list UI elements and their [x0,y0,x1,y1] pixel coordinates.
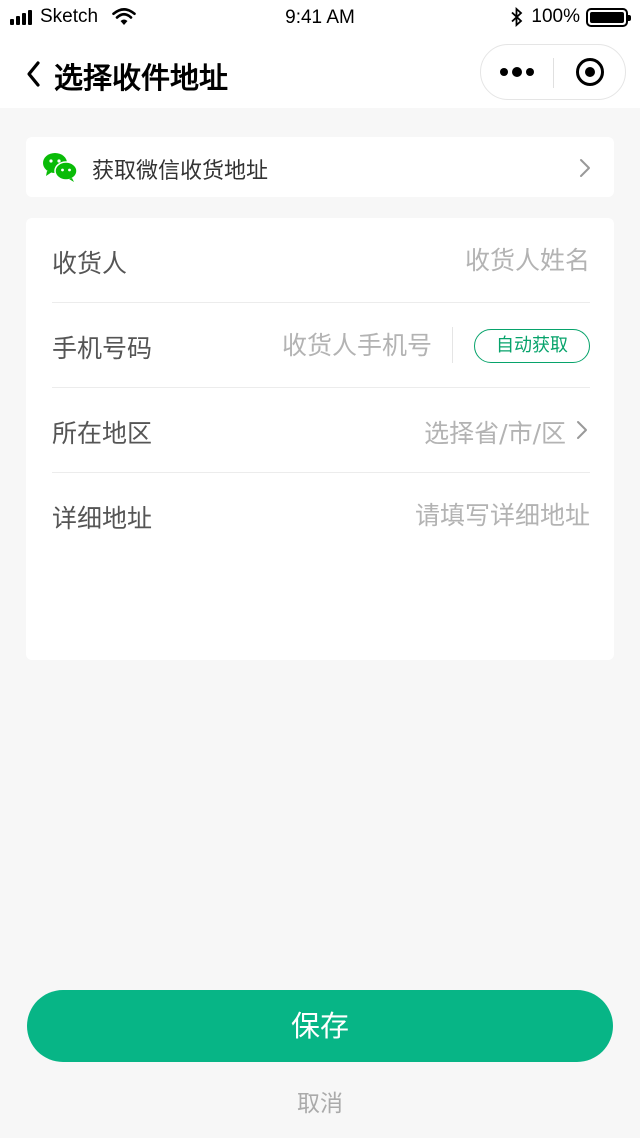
chevron-right-icon [580,159,590,177]
recipient-label: 收货人 [52,249,128,278]
region-row[interactable]: 所在地区 选择省/市/区 [52,388,590,473]
bluetooth-icon [511,7,523,27]
save-button[interactable]: 保存 [27,990,613,1062]
nav-bar: 选择收件地址 [0,36,640,108]
address-row: 详细地址 [52,473,590,558]
phone-row: 手机号码 自动获取 [52,303,590,388]
recipient-row: 收货人 [52,218,590,303]
region-selector[interactable]: 选择省/市/区 [424,414,566,450]
phone-label: 手机号码 [52,334,153,363]
phone-divider [452,327,453,363]
more-options-button[interactable] [481,45,553,99]
wechat-address-row[interactable]: 获取微信收货地址 [26,137,614,197]
status-bar-right: 100% [511,6,631,28]
battery-percent: 100% [531,6,580,27]
region-label: 所在地区 [52,419,153,448]
address-form: 收货人 手机号码 自动获取 所在地区 选择省/市/区 详细地址 [26,218,614,660]
target-circle-icon [576,58,604,86]
cancel-button[interactable]: 取消 [0,1084,640,1118]
auto-fill-phone-button[interactable]: 自动获取 [474,329,590,363]
chevron-left-icon [27,61,40,87]
recipient-name-input[interactable] [290,238,590,282]
close-mini-program-button[interactable] [554,45,626,99]
more-dots-icon [500,68,508,76]
phone-input[interactable] [212,323,432,367]
detail-address-input[interactable] [290,493,590,537]
address-label: 详细地址 [52,504,153,533]
battery-icon [586,7,631,27]
status-bar: Sketch 9:41 AM 100% [0,0,640,36]
mini-program-capsule [480,44,626,100]
wechat-address-label: 获取微信收货地址 [92,159,269,184]
chevron-right-icon [577,421,587,439]
wechat-icon [43,153,78,182]
back-button[interactable] [22,58,50,90]
page-title: 选择收件地址 [54,61,229,95]
